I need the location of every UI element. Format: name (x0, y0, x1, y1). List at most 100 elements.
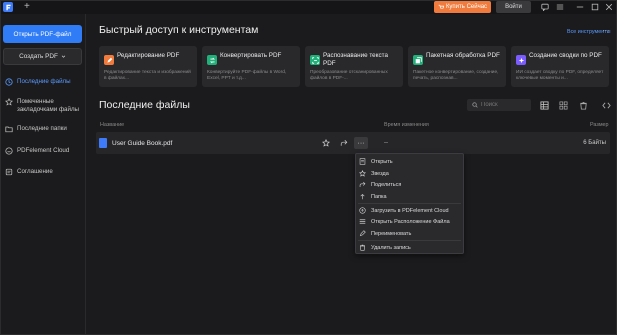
agreement-icon (5, 168, 13, 176)
tool-card-title: Конвертировать PDF (220, 52, 282, 59)
tool-card-description: Пакетное конвертирование, создание, печа… (413, 70, 499, 81)
file-location-icon (359, 219, 366, 224)
trash-icon (360, 244, 365, 251)
message-icon[interactable] (539, 1, 551, 13)
sidebar: Открыть PDF-файл Создать PDF Последние ф… (0, 14, 86, 335)
tool-card-batch-pdf[interactable]: Пакетная обработка PDF Пакетное конверти… (408, 46, 506, 87)
sidebar-item-label: PDFelement Cloud (17, 147, 70, 154)
menu-item-label: Открыть Расположение Файла (371, 218, 450, 225)
menu-item-label: Загрузить в PDFelement Cloud (371, 207, 449, 214)
file-size: 6 Байты (583, 140, 606, 146)
menu-item-star[interactable]: Звезда (356, 168, 463, 179)
ocr-icon (310, 55, 320, 65)
menu-item-label: Папка (371, 193, 387, 200)
tool-card-description: ИИ создает сводку по PDF, определяет клю… (516, 70, 604, 81)
title-bar: + Купить Сейчас Войти (0, 0, 617, 14)
sidebar-item-recent-files[interactable]: Последние файлы (0, 78, 86, 86)
tool-card-ai-summary[interactable]: Создание сводки по PDF ИИ создает сводку… (511, 46, 609, 87)
folder-icon (5, 126, 13, 133)
search-input[interactable] (481, 102, 525, 108)
search-icon (472, 102, 478, 108)
tool-card-title: Создание сводки по PDF (529, 52, 602, 59)
menu-item-label: Переименовать (371, 230, 412, 237)
convert-icon (207, 55, 217, 65)
open-pdf-button[interactable]: Открыть PDF-файл (3, 25, 82, 43)
app-logo-icon (3, 2, 13, 12)
maximize-icon[interactable] (589, 1, 601, 13)
tool-card-description: Конвертируйте PDF-файлы в Word, Excel, P… (207, 70, 287, 81)
code-icon[interactable] (601, 100, 611, 110)
folder-up-icon (360, 193, 365, 200)
grid-view-icon[interactable] (558, 100, 568, 110)
ai-summary-icon (516, 55, 526, 65)
more-options-button[interactable]: ··· (354, 137, 368, 149)
close-icon[interactable] (603, 1, 615, 13)
minimize-icon[interactable] (574, 1, 586, 13)
clock-icon (5, 78, 13, 86)
menu-icon[interactable] (554, 1, 566, 13)
sidebar-item-label: Помеченные закладочками файлы (17, 98, 80, 113)
table-row[interactable]: User Guide Book.pdf ··· -- 6 Байты (96, 132, 610, 154)
sidebar-item-label: Последние папки (17, 125, 67, 132)
buy-now-button[interactable]: Купить Сейчас (434, 1, 491, 13)
recent-files-title: Последние файлы (99, 99, 190, 111)
list-view-icon[interactable] (539, 100, 549, 110)
star-icon (359, 170, 366, 177)
search-box[interactable] (467, 99, 531, 111)
sidebar-item-recent-folders[interactable]: Последние папки (0, 125, 86, 133)
file-name: User Guide Book.pdf (112, 140, 173, 147)
tool-card-title: Пакетная обработка PDF (426, 52, 500, 59)
menu-item-rename[interactable]: Переименовать (356, 228, 463, 239)
star-icon[interactable] (321, 138, 331, 148)
new-tab-button[interactable]: + (24, 0, 30, 14)
tool-card-description: Редактирование текста и изображений в фа… (104, 70, 191, 81)
create-pdf-button[interactable]: Создать PDF (3, 48, 82, 65)
buy-now-label: Купить Сейчас (445, 4, 488, 10)
menu-separator (358, 203, 461, 204)
column-header-name[interactable]: Название (100, 122, 124, 128)
share-icon (359, 181, 366, 187)
cloud-upload-icon (359, 207, 366, 214)
chevron-down-icon (61, 55, 66, 58)
sidebar-item-label: Соглашение (17, 168, 53, 175)
tool-card-title: Распознавание текста PDF (323, 52, 388, 67)
tool-card-ocr-pdf[interactable]: Распознавание текста PDF Преобразование … (305, 46, 403, 87)
context-menu: Открыть Звезда Поделиться Папка Загрузит… (355, 153, 464, 254)
menu-item-label: Поделиться (371, 181, 402, 188)
menu-item-open[interactable]: Открыть (356, 156, 463, 167)
menu-item-label: Открыть (371, 158, 393, 165)
modified-time: -- (384, 140, 388, 146)
menu-item-upload-cloud[interactable]: Загрузить в PDFelement Cloud (356, 205, 463, 216)
create-pdf-label: Создать PDF (19, 53, 58, 60)
menu-item-open-location[interactable]: Открыть Расположение Файла (356, 216, 463, 227)
column-header-size[interactable]: Размер (590, 122, 609, 128)
menu-item-label: Звезда (371, 170, 389, 177)
menu-item-share[interactable]: Поделиться (356, 179, 463, 190)
sidebar-item-agreement[interactable]: Соглашение (0, 168, 86, 176)
rename-icon (359, 230, 366, 237)
edit-icon (104, 55, 114, 65)
menu-item-delete-record[interactable]: Удалить запись (356, 242, 463, 253)
pdf-file-icon (99, 138, 107, 148)
sidebar-item-label: Последние файлы (17, 78, 71, 85)
batch-icon (413, 55, 423, 65)
sidebar-item-cloud[interactable]: PDFelement Cloud (0, 147, 86, 155)
menu-separator (358, 240, 461, 241)
sidebar-item-starred-files[interactable]: Помеченные закладочками файлы (0, 98, 86, 114)
tool-card-edit-pdf[interactable]: Редактирование PDF Редактирование текста… (99, 46, 197, 87)
cloud-icon (5, 147, 13, 155)
share-icon[interactable] (339, 138, 349, 148)
column-header-modified[interactable]: Время изменения (384, 122, 429, 128)
login-button[interactable]: Войти (496, 1, 531, 13)
cart-icon (438, 4, 444, 9)
quick-access-title: Быстрый доступ к инструментам (99, 24, 259, 36)
tool-card-convert-pdf[interactable]: Конвертировать PDF Конвертируйте PDF-фай… (202, 46, 300, 87)
open-icon (359, 158, 366, 165)
star-icon (5, 98, 13, 106)
menu-item-label: Удалить запись (371, 244, 411, 251)
tool-card-title: Редактирование PDF (117, 52, 180, 59)
menu-item-folder[interactable]: Папка (356, 191, 463, 202)
more-options-icon[interactable]: ··· (602, 26, 610, 35)
trash-icon[interactable] (578, 100, 588, 110)
tool-card-description: Преобразование отсканированных файлов в … (310, 70, 388, 81)
